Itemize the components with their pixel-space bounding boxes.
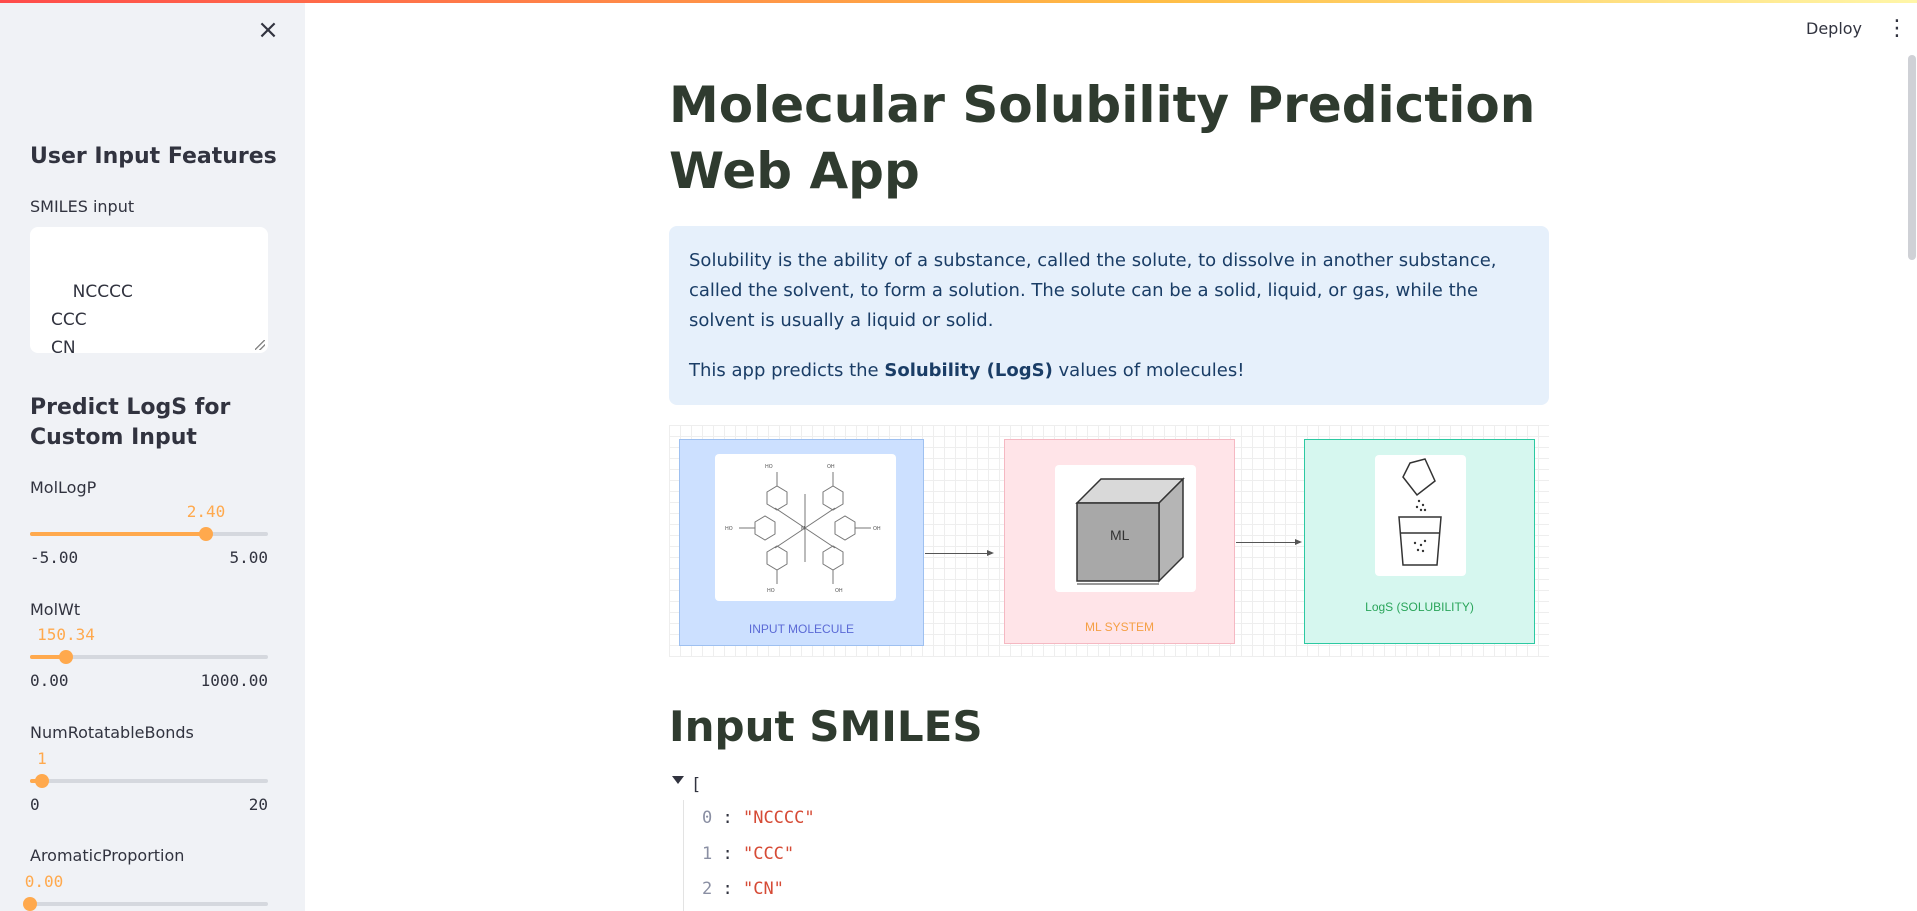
input-molecule-box: HO OH HO OH HO OH M INPUT MOLECULE xyxy=(679,439,924,646)
svg-text:M: M xyxy=(801,526,805,532)
solubility-bold: Solubility (LogS) xyxy=(884,360,1053,381)
smiles-input-label: SMILES input xyxy=(30,197,135,216)
slider-max-label: 1000.00 xyxy=(200,671,268,690)
beaker-pour-icon xyxy=(1398,458,1442,566)
slider-value: 1 xyxy=(37,749,47,768)
molwt-label: MolWt xyxy=(30,600,81,619)
kebab-menu-icon[interactable]: ⋮ xyxy=(1886,18,1908,40)
ml-system-caption: ML SYSTEM xyxy=(1085,620,1154,634)
ml-cube-image: ML xyxy=(1055,465,1196,592)
svg-text:HO: HO xyxy=(725,526,733,532)
slider-value: 150.34 xyxy=(37,625,95,644)
collapse-toggle-icon[interactable] xyxy=(672,776,684,784)
cube-icon: ML xyxy=(1075,477,1185,585)
close-icon[interactable]: × xyxy=(256,17,280,43)
molwt-slider[interactable]: 150.34 0.00 1000.00 xyxy=(30,625,268,690)
aromaticproportion-slider[interactable]: 0.00 xyxy=(23,872,268,911)
slider-min-label: 0 xyxy=(30,795,40,814)
svg-text:HO: HO xyxy=(765,464,773,470)
svg-text:OH: OH xyxy=(873,526,881,532)
slider-thumb[interactable] xyxy=(59,650,73,664)
numrotatablebonds-slider[interactable]: 1 0 20 xyxy=(30,749,268,814)
output-solubility-box: LogS (SOLUBILITY) xyxy=(1304,439,1535,644)
resize-handle-icon[interactable] xyxy=(255,340,265,350)
ml-system-box: ML ML SYSTEM xyxy=(1004,439,1235,644)
info-paragraph-2: This app predicts the Solubility (LogS) … xyxy=(689,360,1245,381)
predict-heading: Predict LogS for Custom Input xyxy=(30,395,231,450)
slider-thumb[interactable] xyxy=(199,527,213,541)
slider-max-label: 20 xyxy=(248,795,268,814)
json-indent-guide xyxy=(683,800,684,911)
svg-text:OH: OH xyxy=(827,464,835,470)
slider-track xyxy=(30,902,268,906)
input-smiles-heading: Input SMILES xyxy=(669,702,983,751)
input-molecule-caption: INPUT MOLECULE xyxy=(748,622,855,636)
slider-min-label: 0.00 xyxy=(30,671,69,690)
deploy-button[interactable]: Deploy xyxy=(1806,19,1862,38)
svg-text:ML: ML xyxy=(1110,527,1130,543)
sidebar: × User Input Features SMILES input NCCCC… xyxy=(0,0,305,911)
slider-thumb[interactable] xyxy=(23,897,37,911)
smiles-textarea-value: NCCCC CCC CN xyxy=(51,282,133,358)
arrow-icon xyxy=(1236,539,1302,545)
user-input-heading: User Input Features xyxy=(30,144,277,169)
slider-thumb[interactable] xyxy=(35,774,49,788)
json-item: 0 : "NCCCC" xyxy=(702,808,815,828)
mollogp-slider[interactable]: 2.40 -5.00 5.00 xyxy=(30,502,268,567)
molecule-image: HO OH HO OH HO OH M xyxy=(715,454,896,601)
page-scrollbar[interactable] xyxy=(1908,55,1916,260)
output-caption: LogS (SOLUBILITY) xyxy=(1365,600,1474,614)
slider-max-label: 5.00 xyxy=(229,548,268,567)
smiles-textarea[interactable]: NCCCC CCC CN xyxy=(30,227,268,358)
json-item: 2 : "CN" xyxy=(702,879,784,899)
workflow-diagram: HO OH HO OH HO OH M INPUT MOLECULE ML ML… xyxy=(669,425,1549,657)
numrotatablebonds-label: NumRotatableBonds xyxy=(30,723,194,742)
molecule-structure-icon: HO OH HO OH HO OH M xyxy=(725,464,881,594)
slider-track xyxy=(30,779,268,783)
slider-value: 2.40 xyxy=(186,502,226,521)
json-open-bracket: [ xyxy=(691,775,702,795)
aromaticproportion-label: AromaticProportion xyxy=(30,846,185,865)
slider-value: 0.00 xyxy=(24,872,64,891)
mollogp-label: MolLogP xyxy=(30,478,97,497)
svg-text:HO: HO xyxy=(767,588,775,594)
info-box: Solubility is the ability of a substance… xyxy=(669,226,1549,405)
json-item: 1 : "CCC" xyxy=(702,844,795,864)
slider-fill xyxy=(30,532,206,536)
top-decoration-bar xyxy=(0,0,1917,3)
page-title: Molecular Solubility Prediction Web App xyxy=(669,76,1536,200)
arrow-icon xyxy=(925,550,994,556)
slider-min-label: -5.00 xyxy=(30,548,79,567)
info-paragraph-1: Solubility is the ability of a substance… xyxy=(689,250,1497,331)
svg-text:OH: OH xyxy=(835,588,843,594)
solubility-image xyxy=(1375,455,1466,576)
